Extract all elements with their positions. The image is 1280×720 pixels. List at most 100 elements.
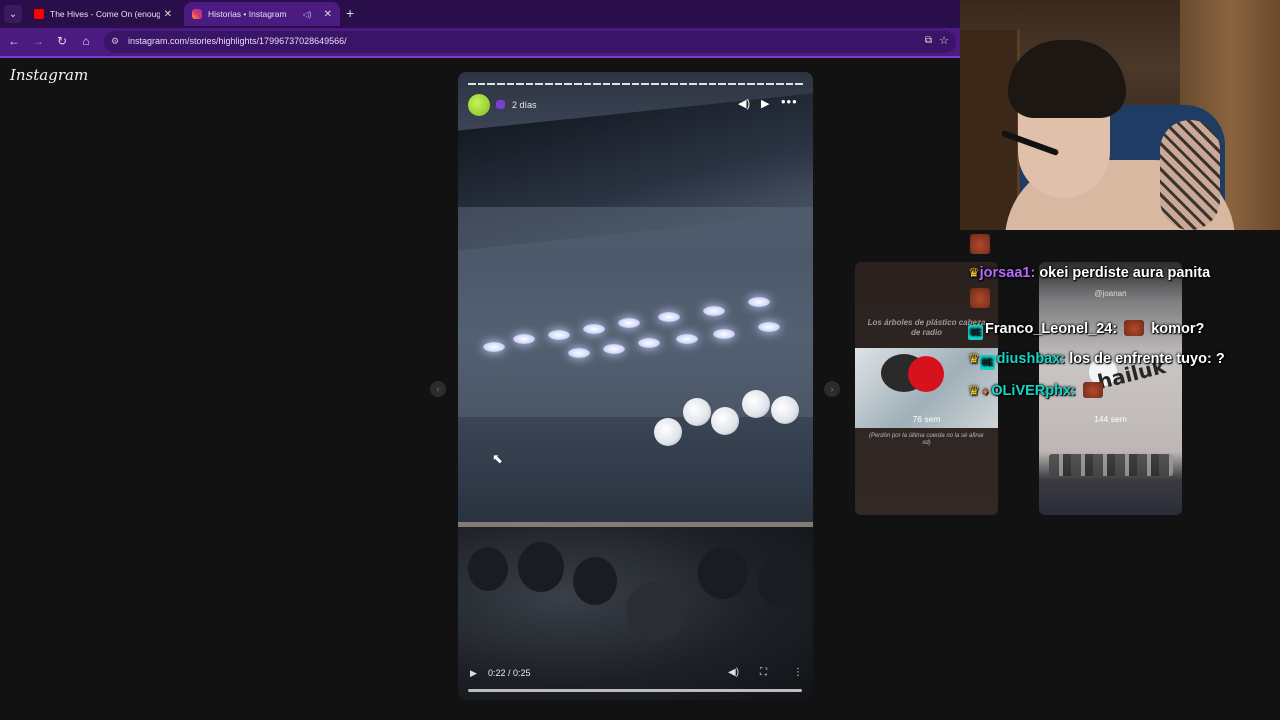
crowd-head (518, 542, 564, 592)
stage-disc (654, 418, 682, 446)
reload-icon[interactable]: ↻ (54, 34, 70, 48)
progress-segment (487, 83, 495, 85)
progress-segment (699, 83, 707, 85)
sub-badge-icon: 8E (968, 325, 983, 340)
chat-message: ♛ 8E diushbax: los de enfrente tuyo: ? (968, 351, 1225, 370)
webcam-arm (1160, 120, 1220, 230)
progress-segment (756, 83, 765, 85)
stage-disc (683, 398, 711, 426)
browser-tab-bar: ⌄ The Hives - Come On (enough ✕ Historia… (0, 0, 960, 28)
mouse-cursor-icon: ⬉ (492, 451, 503, 466)
chat-separator: : (1030, 265, 1036, 281)
chat-separator: : (1060, 351, 1066, 367)
progress-segment (468, 83, 476, 85)
address-bar[interactable]: ⚙ instagram.com/stories/highlights/17996… (104, 31, 956, 53)
toolbar-divider (0, 56, 960, 58)
preview-shoes (1049, 454, 1173, 476)
video-seek-bar[interactable] (468, 689, 802, 692)
close-tab-icon[interactable]: ✕ (164, 9, 172, 20)
tab-instagram[interactable]: Historias • Instagram ◁) ✕ (184, 2, 340, 26)
stage-light (483, 342, 505, 352)
stage-light (676, 334, 698, 344)
crown-badge-icon: ♛ (968, 351, 980, 366)
progress-segment (516, 83, 524, 85)
preview-time: 76 sem (912, 414, 941, 424)
bookmark-star-icon[interactable]: ☆ (939, 34, 949, 47)
chat-separator: : (1071, 383, 1076, 399)
video-play-icon[interactable]: ▶ (470, 668, 477, 679)
progress-segment (535, 83, 543, 85)
next-story-chevron-icon[interactable]: › (824, 381, 840, 397)
crown-badge-icon: ♛ (968, 383, 980, 398)
story-viewer[interactable]: 2 días ◀) ▶ ••• ▶ 0:22 / 0:25 ◀) ⛶ ⋮ (458, 72, 813, 700)
stage-light (603, 344, 625, 354)
progress-segment (612, 83, 620, 85)
webcam-shelf (960, 30, 1020, 230)
chat-username: diushbax (996, 351, 1061, 367)
tab-youtube[interactable]: The Hives - Come On (enough ✕ (26, 2, 180, 26)
stage-light (568, 348, 590, 358)
progress-segment (496, 83, 505, 85)
preview-caption: (Perdón por la última cuerda no la sé af… (868, 433, 985, 446)
close-tab-icon[interactable]: ✕ (324, 9, 332, 20)
preview-time: 144 sem (1094, 414, 1127, 424)
video-more-icon[interactable]: ⋮ (793, 667, 803, 678)
progress-segment (679, 83, 688, 85)
new-tab-plus-icon[interactable]: + (346, 5, 354, 21)
chat-emote-icon (970, 234, 990, 254)
progress-segment (564, 83, 572, 85)
chat-username: jorsaa1 (979, 265, 1031, 281)
crowd-head (626, 582, 686, 640)
volume-icon[interactable]: ◀) (738, 97, 750, 110)
home-icon[interactable]: ⌂ (78, 34, 94, 48)
chat-separator: : (1112, 321, 1118, 337)
video-time: 0:22 / 0:25 (488, 668, 531, 678)
install-app-icon[interactable]: ⧉ (925, 35, 932, 46)
stage-disc (742, 390, 770, 418)
stage-light (618, 318, 640, 328)
forward-arrow-icon[interactable]: → (30, 34, 46, 48)
youtube-icon (34, 9, 44, 19)
progress-segment (766, 83, 774, 85)
fire-badge-icon: ♦ (982, 386, 989, 398)
more-options-icon[interactable]: ••• (781, 94, 798, 109)
progress-segment (554, 83, 563, 85)
video-volume-icon[interactable]: ◀) (728, 667, 739, 678)
site-info-icon[interactable]: ⚙ (111, 36, 119, 47)
progress-segment (525, 83, 534, 85)
stage-light (703, 306, 725, 316)
chat-message: ♛ ♦ OLiVERphx: (968, 382, 1106, 399)
profile-avatar[interactable] (468, 94, 490, 116)
play-icon[interactable]: ▶ (761, 97, 769, 110)
progress-segment (776, 83, 784, 85)
chat-emote-icon (1082, 382, 1103, 398)
tab-audio-icon[interactable]: ◁) (303, 10, 312, 19)
progress-segment (785, 83, 794, 85)
progress-segment (795, 83, 803, 85)
stage-wall (458, 207, 813, 417)
webcam-hair (1008, 40, 1126, 118)
stage-light (513, 334, 535, 344)
chat-username: OLiVERphx (991, 383, 1072, 399)
back-arrow-icon[interactable]: ← (6, 34, 22, 48)
preview-red-circle (908, 356, 944, 392)
url-text[interactable]: instagram.com/stories/highlights/1799673… (128, 36, 347, 46)
instagram-icon (192, 9, 202, 19)
tab-list-chevron-icon[interactable]: ⌄ (4, 5, 22, 23)
stage-light (658, 312, 680, 322)
progress-segment (689, 83, 697, 85)
chat-emote-icon (970, 288, 990, 308)
progress-segment (622, 83, 630, 85)
progress-segment (718, 83, 726, 85)
chat-message: ♛jorsaa1: okei perdiste aura panita (968, 265, 1210, 281)
progress-segment (747, 83, 755, 85)
stage-disc (771, 396, 799, 424)
instagram-logo[interactable]: Instagram (10, 66, 88, 84)
prev-story-chevron-icon[interactable]: ‹ (430, 381, 446, 397)
fullscreen-icon[interactable]: ⛶ (760, 667, 767, 678)
stage-light (583, 324, 605, 334)
tab-title: Historias • Instagram (208, 9, 287, 19)
story-progress-bar (468, 83, 803, 85)
progress-segment (477, 83, 486, 85)
progress-segment (631, 83, 640, 85)
